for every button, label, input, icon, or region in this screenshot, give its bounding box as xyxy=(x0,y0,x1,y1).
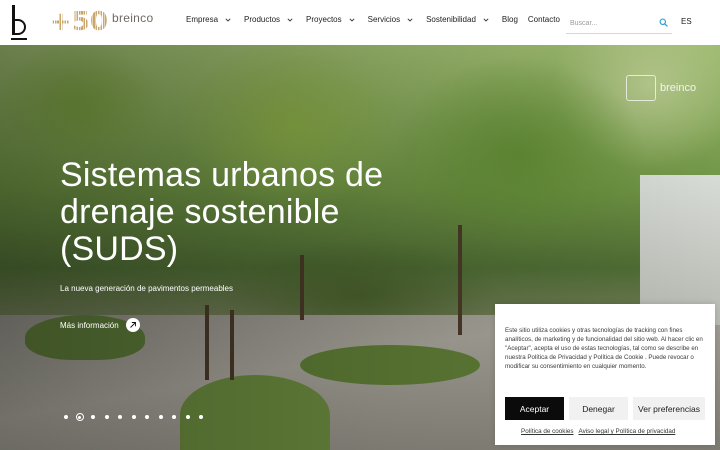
search-input[interactable] xyxy=(570,16,650,30)
nav-label: Sostenibilidad xyxy=(426,15,476,24)
hero-title: Sistemas urbanos de drenaje sostenible (… xyxy=(60,156,384,268)
more-info-label: Más información xyxy=(60,320,119,330)
more-info-link[interactable]: Más información xyxy=(60,318,140,332)
nav-item-empresa[interactable]: Empresa xyxy=(186,15,231,24)
arrow-up-right-icon xyxy=(125,318,140,332)
language-selector[interactable]: ES xyxy=(681,17,692,26)
legal-privacy-link[interactable]: Aviso legal y Política de privacidad xyxy=(579,428,676,435)
cookie-consent-banner: Este sitio utiliza cookies y otras tecno… xyxy=(495,304,715,445)
slider-dot[interactable] xyxy=(145,415,149,419)
chevron-down-icon xyxy=(483,17,489,22)
chevron-down-icon xyxy=(349,17,355,22)
accept-cookies-button[interactable]: Aceptar xyxy=(505,397,564,420)
logo-bowl xyxy=(12,19,26,35)
anniversary-logo[interactable]: +50 breinco xyxy=(50,7,153,37)
watermark-mark xyxy=(626,75,656,101)
cookie-message: Este sitio utiliza cookies y otras tecno… xyxy=(505,327,703,370)
nav-label: Contacto xyxy=(527,15,560,24)
slider-dot[interactable] xyxy=(158,415,163,419)
site-header: +50 breinco Empresa Productos Proyectos … xyxy=(0,0,720,45)
hero-watermark-logo: breinco xyxy=(626,75,696,101)
chevron-down-icon xyxy=(287,17,293,22)
logo-underline xyxy=(11,38,27,40)
nav-item-sostenibilidad[interactable]: Sostenibilidad xyxy=(426,15,489,24)
slider-dot[interactable] xyxy=(118,415,122,419)
nav-label: Blog xyxy=(501,15,518,24)
slider-dot[interactable] xyxy=(104,415,109,419)
chevron-down-icon xyxy=(225,17,231,22)
slider-dot[interactable] xyxy=(91,415,95,419)
slider-dot[interactable] xyxy=(131,415,136,419)
brand-name: breinco xyxy=(111,11,154,25)
main-nav: Empresa Productos Proyectos Servicios So… xyxy=(186,15,570,24)
search-box xyxy=(566,11,672,34)
slider-dot-active[interactable] xyxy=(75,413,84,421)
deny-cookies-button[interactable]: Denegar xyxy=(569,397,628,420)
slider-pagination xyxy=(64,413,213,421)
slider-dot[interactable] xyxy=(64,415,68,419)
cookie-links: Política de cookies Aviso legal y Políti… xyxy=(521,428,680,435)
slider-dot[interactable] xyxy=(172,415,176,419)
hero-subtitle: La nueva generación de pavimentos permea… xyxy=(60,284,234,293)
nav-item-proyectos[interactable]: Proyectos xyxy=(306,15,355,24)
nav-label: Proyectos xyxy=(306,15,342,24)
view-preferences-button[interactable]: Ver preferencias xyxy=(633,397,705,420)
nav-label: Empresa xyxy=(186,15,219,24)
nav-item-productos[interactable]: Productos xyxy=(244,15,293,24)
cookie-policy-link[interactable]: Política de cookies xyxy=(521,428,574,435)
nav-item-contacto[interactable]: Contacto xyxy=(528,15,560,24)
watermark-text: breinco xyxy=(660,82,697,94)
brand-logo-b[interactable] xyxy=(10,4,30,40)
slider-dot[interactable] xyxy=(185,415,190,419)
search-icon[interactable] xyxy=(659,18,668,27)
anniversary-mark: +50 xyxy=(50,7,108,37)
nav-label: Productos xyxy=(244,15,281,24)
chevron-down-icon xyxy=(407,17,413,22)
nav-label: Servicios xyxy=(367,15,401,24)
slider-dot[interactable] xyxy=(199,415,203,419)
nav-item-blog[interactable]: Blog xyxy=(502,15,518,24)
nav-item-servicios[interactable]: Servicios xyxy=(368,15,413,24)
